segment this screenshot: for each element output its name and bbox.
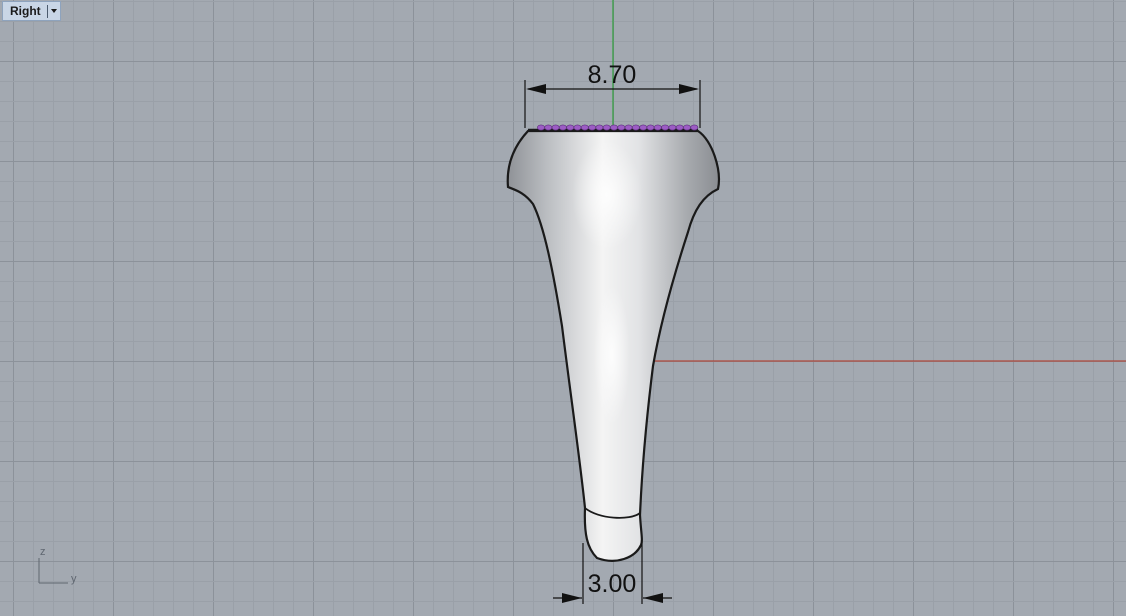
gem-stone [544,124,553,131]
gem-stone [661,124,669,131]
gem-stone [668,124,677,131]
gem-stone [639,124,648,131]
gem-stone [632,124,640,131]
gem-stone [646,124,655,131]
gem-stone [559,124,567,131]
viewport-menu-dropdown-icon[interactable] [48,2,60,20]
model-layer: 8.70 3.00 z y [38,0,1126,604]
dimension-top-value: 8.70 [588,61,637,89]
dim-arrow-left [526,84,546,94]
gem-stone [683,124,691,131]
dim-arrow-right [679,84,699,94]
gem-stone [573,124,582,131]
gem-stone [537,124,545,131]
shank-highlight [594,285,630,425]
dim-arrow-left [562,593,582,603]
viewport-name[interactable]: Right [3,4,47,18]
dim-arrow-right [643,593,663,603]
gem-stone [595,124,604,131]
gem-stone [588,124,596,131]
gem-stone [617,124,626,131]
gem-stone [675,124,684,131]
gem-stone [566,124,575,131]
gem-stone [551,124,560,131]
gem-stone [690,124,699,131]
axis-widget-horizontal-label: y [71,573,77,585]
right-viewport[interactable]: 8.70 3.00 z y Right [0,0,1126,616]
gem-stone [610,124,618,131]
gem-stone [653,124,662,131]
gem-stone [580,124,589,131]
gem-stone [624,124,633,131]
axis-widget-vertical-label: z [40,546,46,558]
gem-stone [602,124,611,131]
viewport-title-tab[interactable]: Right [2,1,61,21]
dimension-bottom-value: 3.00 [588,570,637,598]
axis-widget: z y [38,546,77,585]
top-highlight [572,140,642,250]
